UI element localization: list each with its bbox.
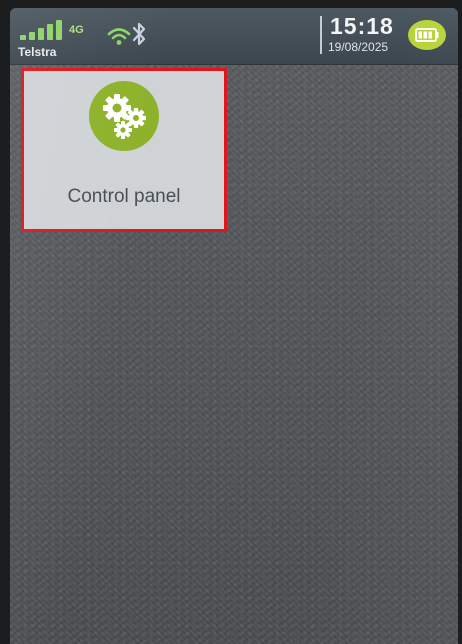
wifi-icon xyxy=(107,28,131,45)
home-screen: 4G Telstra 15:18 19/08/2025 Control pane… xyxy=(10,8,458,644)
clock-time: 15:18 xyxy=(330,13,394,39)
signal-bar xyxy=(20,35,26,40)
battery-icon xyxy=(408,20,446,50)
bluetooth-icon xyxy=(132,22,146,46)
app-label: Control panel xyxy=(67,186,181,207)
carrier-name: Telstra xyxy=(18,45,57,59)
clock-date: 19/08/2025 xyxy=(328,40,389,54)
status-bar: 4G Telstra 15:18 19/08/2025 xyxy=(10,8,458,65)
cell-signal-icon xyxy=(20,20,68,40)
signal-bar xyxy=(56,20,62,40)
device-frame: 4G Telstra 15:18 19/08/2025 Control pane… xyxy=(0,0,462,644)
network-type-label: 4G xyxy=(69,24,84,36)
gears-icon xyxy=(89,81,159,151)
signal-bar xyxy=(47,24,53,40)
signal-bar xyxy=(38,28,44,40)
status-divider xyxy=(320,16,322,54)
signal-bar xyxy=(29,32,35,40)
app-tile-control-panel[interactable]: Control panel xyxy=(21,68,227,232)
